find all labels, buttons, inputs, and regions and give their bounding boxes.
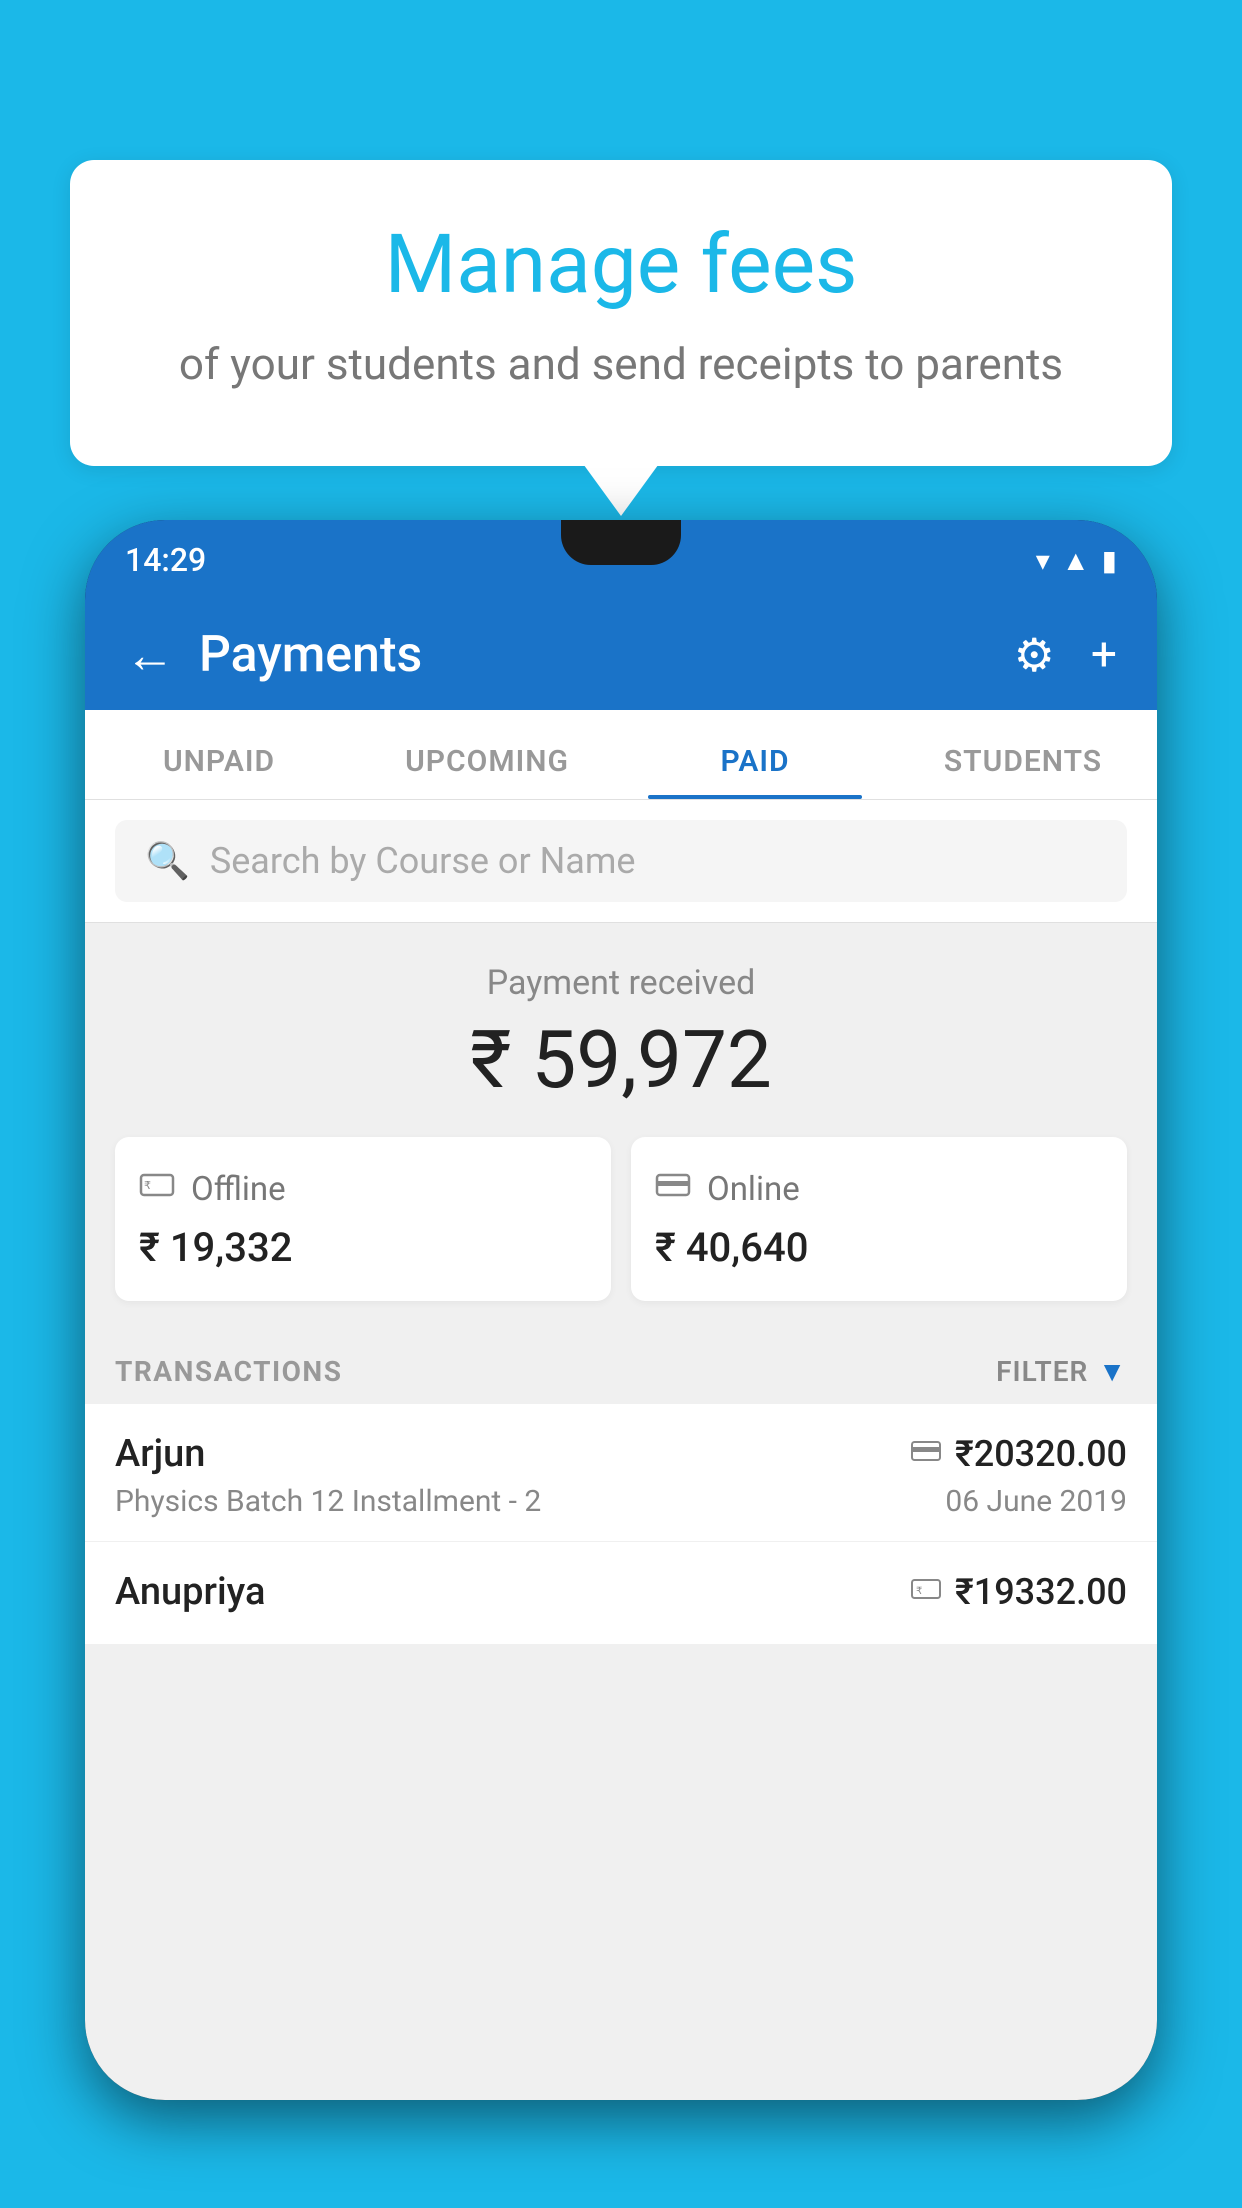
back-button[interactable]: ← bbox=[125, 626, 175, 685]
filter-label: FILTER bbox=[996, 1355, 1088, 1388]
screen-content: 🔍 Search by Course or Name Payment recei… bbox=[85, 800, 1157, 2100]
online-label: Online bbox=[707, 1170, 800, 1209]
transactions-label: TRANSACTIONS bbox=[115, 1355, 342, 1388]
online-amount: ₹ 40,640 bbox=[655, 1224, 1103, 1271]
payment-received-label: Payment received bbox=[115, 963, 1127, 1003]
phone-notch bbox=[561, 520, 681, 565]
header-left: ← Payments bbox=[125, 626, 422, 685]
speech-bubble: Manage fees of your students and send re… bbox=[70, 160, 1172, 466]
speech-bubble-container: Manage fees of your students and send re… bbox=[70, 160, 1172, 466]
amount-right: ₹20320.00 bbox=[911, 1433, 1127, 1475]
svg-text:₹: ₹ bbox=[916, 1586, 922, 1597]
search-bar-container: 🔍 Search by Course or Name bbox=[85, 800, 1157, 923]
tab-upcoming[interactable]: UPCOMING bbox=[353, 744, 621, 799]
transaction-row-bottom: Physics Batch 12 Installment - 2 06 June… bbox=[115, 1484, 1127, 1519]
search-placeholder: Search by Course or Name bbox=[210, 840, 636, 882]
status-icons: ▾ ▲ ▮ bbox=[1036, 544, 1117, 577]
search-field[interactable]: 🔍 Search by Course or Name bbox=[115, 820, 1127, 902]
payment-type-icon-2: ₹ bbox=[911, 1575, 941, 1610]
course-label: Physics Batch 12 Installment - 2 bbox=[115, 1484, 541, 1519]
transaction-amount: ₹20320.00 bbox=[955, 1433, 1127, 1475]
app-header: ← Payments ⚙ + bbox=[85, 600, 1157, 710]
search-icon: 🔍 bbox=[145, 840, 190, 882]
amount-right-2: ₹ ₹19332.00 bbox=[911, 1571, 1127, 1613]
transaction-list: Arjun ₹20320.00 Physics bbox=[85, 1404, 1157, 1645]
svg-text:₹: ₹ bbox=[144, 1180, 151, 1192]
transaction-row-top: Arjun ₹20320.00 bbox=[115, 1432, 1127, 1476]
header-title: Payments bbox=[199, 626, 422, 684]
tabs-bar: UNPAID UPCOMING PAID STUDENTS bbox=[85, 710, 1157, 800]
status-bar: 14:29 ▾ ▲ ▮ bbox=[85, 520, 1157, 600]
wifi-icon: ▾ bbox=[1036, 544, 1050, 577]
bubble-subtitle: of your students and send receipts to pa… bbox=[150, 334, 1092, 396]
transaction-amount-2: ₹19332.00 bbox=[955, 1571, 1127, 1613]
offline-icon: ₹ bbox=[139, 1167, 175, 1212]
payment-cards: ₹ Offline ₹ 19,332 bbox=[115, 1137, 1127, 1301]
tab-unpaid[interactable]: UNPAID bbox=[85, 744, 353, 799]
header-right: ⚙ + bbox=[1014, 628, 1117, 683]
payment-summary: Payment received ₹ 59,972 ₹ Offline bbox=[85, 923, 1157, 1331]
filter-button[interactable]: FILTER ▼ bbox=[996, 1355, 1127, 1388]
payment-total-amount: ₹ 59,972 bbox=[115, 1013, 1127, 1107]
tab-paid[interactable]: PAID bbox=[621, 744, 889, 799]
phone: 14:29 ▾ ▲ ▮ ← Payments ⚙ + UNPAID bbox=[85, 520, 1157, 2100]
offline-card: ₹ Offline ₹ 19,332 bbox=[115, 1137, 611, 1301]
student-name-2: Anupriya bbox=[115, 1570, 265, 1614]
phone-container: 14:29 ▾ ▲ ▮ ← Payments ⚙ + UNPAID bbox=[85, 520, 1157, 2208]
transaction-row-top-2: Anupriya ₹ ₹19332.00 bbox=[115, 1570, 1127, 1614]
filter-icon: ▼ bbox=[1098, 1355, 1127, 1388]
offline-card-top: ₹ Offline bbox=[139, 1167, 587, 1212]
student-name: Arjun bbox=[115, 1432, 205, 1476]
table-row[interactable]: Arjun ₹20320.00 Physics bbox=[85, 1404, 1157, 1542]
payment-type-icon bbox=[911, 1437, 941, 1472]
settings-button[interactable]: ⚙ bbox=[1014, 628, 1055, 683]
status-time: 14:29 bbox=[125, 541, 206, 579]
signal-icon: ▲ bbox=[1062, 544, 1090, 577]
online-card-top: Online bbox=[655, 1167, 1103, 1212]
offline-label: Offline bbox=[191, 1170, 286, 1209]
table-row[interactable]: Anupriya ₹ ₹19332.00 bbox=[85, 1542, 1157, 1645]
transactions-header: TRANSACTIONS FILTER ▼ bbox=[85, 1331, 1157, 1404]
online-icon bbox=[655, 1167, 691, 1212]
online-card: Online ₹ 40,640 bbox=[631, 1137, 1127, 1301]
date-label: 06 June 2019 bbox=[945, 1484, 1127, 1519]
offline-amount: ₹ 19,332 bbox=[139, 1224, 587, 1271]
tab-students[interactable]: STUDENTS bbox=[889, 744, 1157, 799]
add-button[interactable]: + bbox=[1091, 628, 1117, 682]
battery-icon: ▮ bbox=[1102, 544, 1117, 577]
bubble-title: Manage fees bbox=[150, 220, 1092, 310]
